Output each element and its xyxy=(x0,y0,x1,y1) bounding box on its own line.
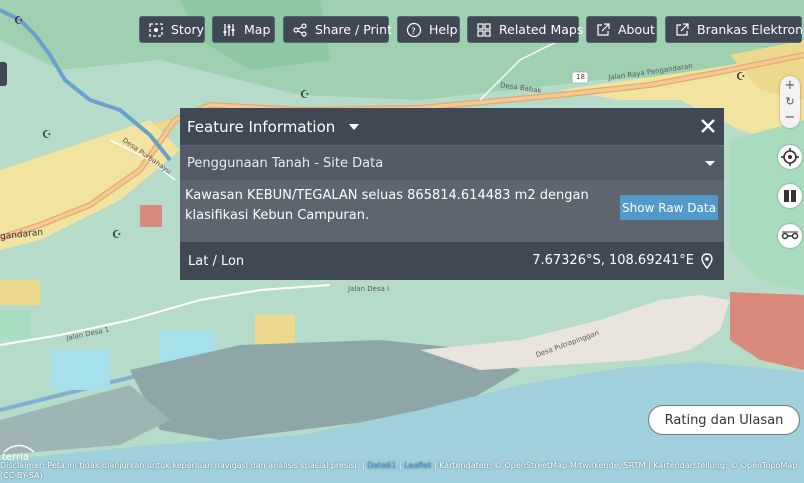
help-icon: ? xyxy=(406,22,422,38)
lat-lon-row: Lat / Lon 7.67326°S, 108.69241°E xyxy=(180,242,724,280)
story-icon xyxy=(148,22,164,38)
terria-logo: terria xyxy=(2,443,36,463)
brankas-elektronik-button[interactable]: Brankas Elektronik xyxy=(665,16,804,43)
sliders-icon xyxy=(221,22,237,38)
related-maps-label: Related Maps xyxy=(499,22,584,37)
zoom-in-button[interactable]: + xyxy=(780,78,800,94)
crosshair-icon xyxy=(781,148,799,166)
story-button[interactable]: Story xyxy=(139,16,205,43)
grid-icon xyxy=(476,22,492,38)
about-button[interactable]: About xyxy=(586,16,657,43)
footer-disclaimer: Disclaimer: Peta ini tidak dianjurkan un… xyxy=(0,461,360,470)
lat-lon-value: 7.67326°S, 108.69241°E xyxy=(532,253,694,268)
close-button[interactable] xyxy=(698,116,718,136)
feature-information-panel: Feature Information Penggunaan Tanah - S… xyxy=(180,108,724,280)
zoom-out-button[interactable]: − xyxy=(780,110,800,126)
feature-section-title: Penggunaan Tanah - Site Data xyxy=(187,155,384,171)
lat-lon-label: Lat / Lon xyxy=(188,253,245,269)
panel-title: Feature Information xyxy=(187,117,336,136)
data61-link[interactable]: Data61 xyxy=(367,461,396,470)
svg-text:☪: ☪ xyxy=(42,128,52,141)
feature-details: Kawasan KEBUN/TEGALAN seluas 865814.6144… xyxy=(180,180,724,242)
map-label: Map xyxy=(244,22,271,37)
svg-text:☪: ☪ xyxy=(14,14,24,27)
locate-me-button[interactable] xyxy=(778,145,802,169)
help-button[interactable]: ? Help xyxy=(397,16,460,43)
about-label: About xyxy=(618,22,655,37)
svg-text:☪: ☪ xyxy=(736,70,746,83)
help-label: Help xyxy=(429,22,458,37)
left-panel-toggle[interactable] xyxy=(0,62,7,86)
svg-text:?: ? xyxy=(411,27,416,37)
map-button[interactable]: Map xyxy=(212,16,275,43)
rating-review-button[interactable]: Rating dan Ulasan xyxy=(648,405,800,435)
reset-view-button[interactable]: ↻ xyxy=(780,94,800,110)
chevron-down-icon[interactable] xyxy=(349,123,360,130)
measure-icon xyxy=(781,231,799,240)
footer-separator: | xyxy=(361,461,365,470)
map-label-jalan-desa: Jalan Desa I xyxy=(348,285,390,293)
svg-text:☪: ☪ xyxy=(112,228,122,241)
leaflet-link[interactable]: Leaflet xyxy=(404,461,431,470)
feature-description: Kawasan KEBUN/TEGALAN seluas 865814.6144… xyxy=(185,188,589,223)
location-pin-icon[interactable] xyxy=(700,253,714,269)
external-link-icon xyxy=(674,22,690,38)
map-footer: Disclaimer: Peta ini tidak dianjurkan un… xyxy=(0,461,804,483)
split-icon xyxy=(784,188,796,204)
feature-section-toggle[interactable]: Penggunaan Tanah - Site Data xyxy=(180,145,724,180)
zoom-controls: + ↻ − xyxy=(780,76,800,128)
measure-tool-button[interactable] xyxy=(778,224,802,248)
brankas-elektronik-label: Brankas Elektronik xyxy=(697,22,804,37)
map-road-number: 18 xyxy=(576,73,585,81)
close-icon xyxy=(701,119,715,133)
chevron-down-icon xyxy=(705,161,715,166)
share-icon xyxy=(292,22,308,38)
story-label: Story xyxy=(171,22,205,37)
footer-separator: | xyxy=(398,461,402,470)
panel-header[interactable]: Feature Information xyxy=(180,108,724,145)
related-maps-button[interactable]: Related Maps xyxy=(467,16,583,43)
split-compare-button[interactable] xyxy=(778,184,802,208)
svg-text:☪: ☪ xyxy=(300,88,310,101)
external-link-icon xyxy=(595,22,611,38)
share-print-button[interactable]: Share / Print xyxy=(283,16,392,43)
show-raw-data-button[interactable]: Show Raw Data xyxy=(620,195,718,220)
share-print-label: Share / Print xyxy=(315,22,392,37)
